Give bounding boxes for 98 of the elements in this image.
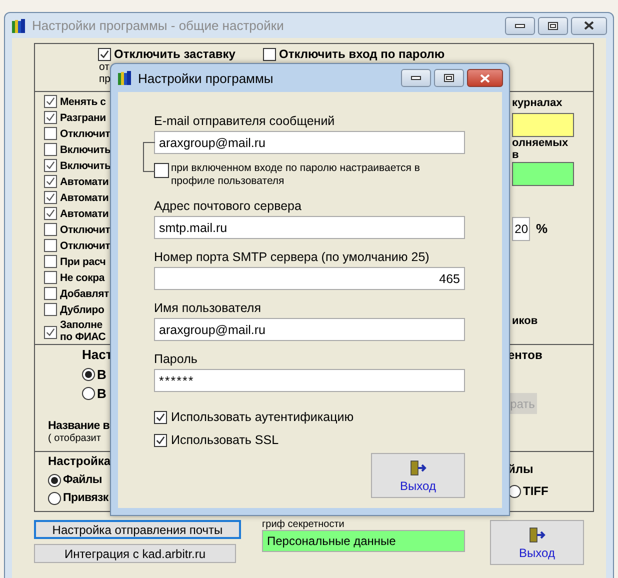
minimize-button[interactable] xyxy=(401,69,431,87)
checkbox-label: Отключит xyxy=(60,224,110,236)
checkbox-label: Автомати xyxy=(60,192,109,204)
input-field[interactable]: ****** xyxy=(154,369,465,392)
name-label: Название в xyxy=(48,420,110,433)
radio-button[interactable] xyxy=(48,492,61,505)
field-label: E-mail отправителя сообщений xyxy=(154,114,335,128)
maximize-icon xyxy=(548,22,558,30)
checkbox[interactable] xyxy=(154,434,167,446)
radio-button[interactable] xyxy=(82,368,95,381)
checkbox[interactable] xyxy=(44,95,57,108)
hint-text: ( отобразит xyxy=(48,433,101,445)
checkbox-label: Заполне по ФИАС xyxy=(60,318,106,343)
close-button[interactable] xyxy=(571,16,607,34)
checkbox[interactable] xyxy=(263,48,276,61)
section-heading: Настройка xyxy=(48,455,111,468)
checkbox-label: Использовать аутентификацию xyxy=(171,410,354,424)
field-label: Имя пользователя xyxy=(154,301,261,315)
checkbox-label: Автомати xyxy=(60,208,109,220)
section-heading: Наст xyxy=(82,348,112,362)
label-text: олняемых xyxy=(512,137,568,149)
checkbox-label: Отключит xyxy=(60,128,110,140)
maximize-button[interactable] xyxy=(434,69,464,87)
checkbox[interactable] xyxy=(154,410,167,424)
checkbox-label: Не сокра xyxy=(60,272,105,284)
secrecy-field[interactable]: Персональные данные xyxy=(262,530,465,552)
checkbox-label: Использовать SSL xyxy=(171,433,279,447)
checkbox[interactable] xyxy=(44,127,57,140)
exit-button[interactable]: Выход xyxy=(371,453,465,498)
checkbox-label: Включить xyxy=(60,160,111,172)
checkbox-label: Добавлят xyxy=(60,288,110,300)
checkbox-label: При расч xyxy=(60,256,106,268)
door-icon xyxy=(528,526,546,544)
color-field[interactable] xyxy=(512,113,574,137)
minimize-button[interactable] xyxy=(505,16,535,34)
field-label: гриф секретности xyxy=(262,520,346,530)
checkbox[interactable] xyxy=(44,287,57,300)
door-icon xyxy=(409,458,427,476)
checkbox[interactable] xyxy=(154,163,169,178)
checkbox[interactable] xyxy=(44,271,57,284)
field-label: Пароль xyxy=(154,352,198,366)
radio-label: Привязк xyxy=(63,492,108,505)
settings-button[interactable]: Интеграция с kad.arbitr.ru xyxy=(34,544,236,563)
radio-button[interactable] xyxy=(82,387,95,400)
radio-label: TIFF xyxy=(523,485,548,498)
note-text: от xyxy=(98,61,110,73)
checkbox-label: Отключить заставку xyxy=(114,48,236,61)
connector-line xyxy=(143,142,155,172)
checkbox[interactable] xyxy=(44,175,57,188)
checkbox-label: Отключит xyxy=(60,240,110,252)
field-label: Номер порта SMTP сервера (по умолчанию 25) xyxy=(154,250,430,264)
color-field[interactable] xyxy=(512,162,574,186)
checkbox[interactable] xyxy=(44,143,57,156)
checkbox[interactable] xyxy=(44,223,57,236)
label-text: в xyxy=(512,149,519,161)
percent-sign: % xyxy=(536,222,548,236)
field-label: Адрес почтового сервера xyxy=(154,199,302,213)
checkbox[interactable] xyxy=(44,191,57,204)
settings-button[interactable]: Настройка отправления почты xyxy=(34,520,241,539)
radio-label: В xyxy=(97,386,106,400)
minimize-icon xyxy=(515,24,525,28)
checkbox-label: Автомати xyxy=(60,176,109,188)
books-icon xyxy=(117,70,133,86)
maximize-icon xyxy=(444,74,454,82)
checkbox[interactable] xyxy=(44,326,57,339)
label-text: курналах xyxy=(512,97,562,109)
checkbox-label: Разграни xyxy=(60,112,106,124)
percent-field[interactable]: 20 xyxy=(512,217,530,241)
checkbox[interactable] xyxy=(44,111,57,124)
checkbox-label: Включить xyxy=(60,144,111,156)
checkbox[interactable] xyxy=(44,303,57,316)
close-icon xyxy=(584,21,594,30)
radio-label: Файлы xyxy=(63,474,102,487)
note-text: пр xyxy=(98,73,111,85)
email-field[interactable]: araxgroup@mail.ru xyxy=(154,131,465,154)
input-field[interactable]: 465 xyxy=(154,267,465,290)
window-title: Настройки программы xyxy=(138,70,274,86)
checkbox-label: при включенном входе по паролю настраивается в профиле пользователя xyxy=(171,162,421,188)
close-button[interactable] xyxy=(467,69,503,87)
input-field[interactable]: araxgroup@mail.ru xyxy=(154,318,465,341)
radio-button[interactable] xyxy=(48,474,61,487)
input-field[interactable]: smtp.mail.ru xyxy=(154,216,465,239)
checkbox-label: Дублиро xyxy=(60,304,104,316)
checkbox[interactable] xyxy=(44,159,57,172)
window-title: Настройки программы - общие настройки xyxy=(32,18,284,33)
maximize-button[interactable] xyxy=(538,16,568,34)
checkbox[interactable] xyxy=(44,239,57,252)
minimize-icon xyxy=(411,76,421,80)
checkbox-label: Менять с xyxy=(60,96,106,108)
checkbox[interactable] xyxy=(44,255,57,268)
checkbox[interactable] xyxy=(44,207,57,220)
checkbox[interactable] xyxy=(98,48,111,61)
exit-button[interactable]: Выход xyxy=(490,520,584,565)
radio-label: В xyxy=(97,368,106,382)
books-icon xyxy=(11,18,27,34)
checkbox-label: Отключить вход по паролю xyxy=(279,48,445,61)
close-icon xyxy=(480,74,490,82)
label-text: иков xyxy=(512,315,538,327)
